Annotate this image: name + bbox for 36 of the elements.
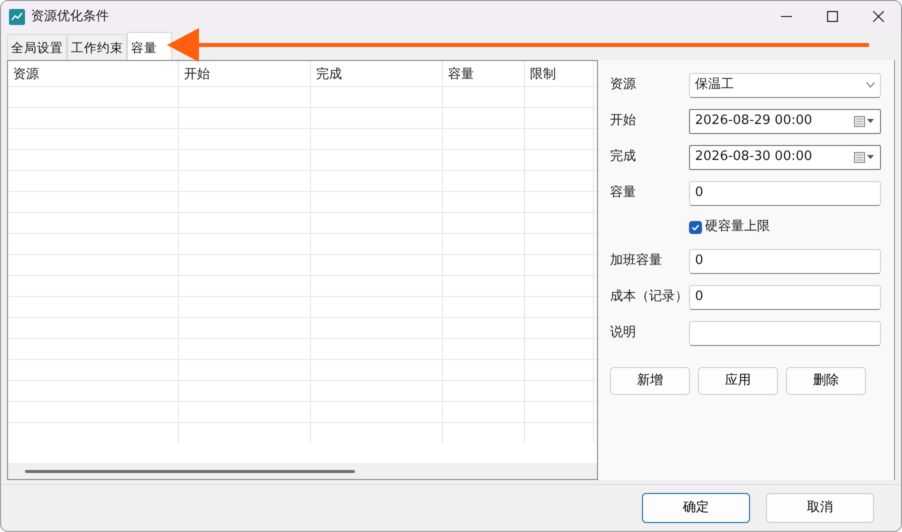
checkbox-label: 硬容量上限 xyxy=(705,218,770,236)
column-header: 完成 xyxy=(311,61,443,86)
field-label: 加班容量 xyxy=(610,252,663,270)
input-field[interactable]: 0 xyxy=(689,284,881,310)
calendar-icon xyxy=(854,152,875,162)
window-title: 资源优化条件 xyxy=(31,8,109,26)
maximize-icon xyxy=(826,11,838,22)
field-label: 说明 xyxy=(610,324,637,342)
date-picker[interactable]: 2026-08-29 00:00 xyxy=(689,108,881,134)
dropdown[interactable]: 保温工 xyxy=(689,72,881,98)
field-label: 成本（记录） xyxy=(610,288,689,306)
action-button[interactable]: 删除 xyxy=(786,367,866,395)
tab[interactable]: 工作约束 xyxy=(67,34,127,60)
input-field[interactable]: 0 xyxy=(689,248,881,274)
field-label: 容量 xyxy=(610,184,637,202)
field-label: 开始 xyxy=(610,112,637,130)
tab[interactable]: 全局设置 xyxy=(7,34,67,60)
tab[interactable]: 容量 xyxy=(127,32,172,60)
horizontal-scrollbar[interactable] xyxy=(8,463,597,479)
field-label: 资源 xyxy=(610,76,637,94)
dialog-button[interactable]: 取消 xyxy=(766,493,874,523)
input-field[interactable]: 0 xyxy=(689,180,881,206)
field-label: 完成 xyxy=(610,148,637,166)
column-header: 容量 xyxy=(443,61,525,86)
action-button[interactable]: 应用 xyxy=(698,367,778,395)
dialog-button[interactable]: 确定 xyxy=(642,493,750,523)
column-header: 资源 xyxy=(8,61,179,86)
checkbox[interactable] xyxy=(689,220,702,234)
column-header: 限制 xyxy=(525,61,594,86)
input-field[interactable] xyxy=(689,320,881,346)
action-button[interactable]: 新增 xyxy=(610,367,690,395)
calendar-icon xyxy=(854,116,875,126)
chevron-down-icon xyxy=(866,82,875,88)
close-icon xyxy=(872,11,884,22)
app-icon xyxy=(9,8,25,24)
date-picker[interactable]: 2026-08-30 00:00 xyxy=(689,144,881,170)
